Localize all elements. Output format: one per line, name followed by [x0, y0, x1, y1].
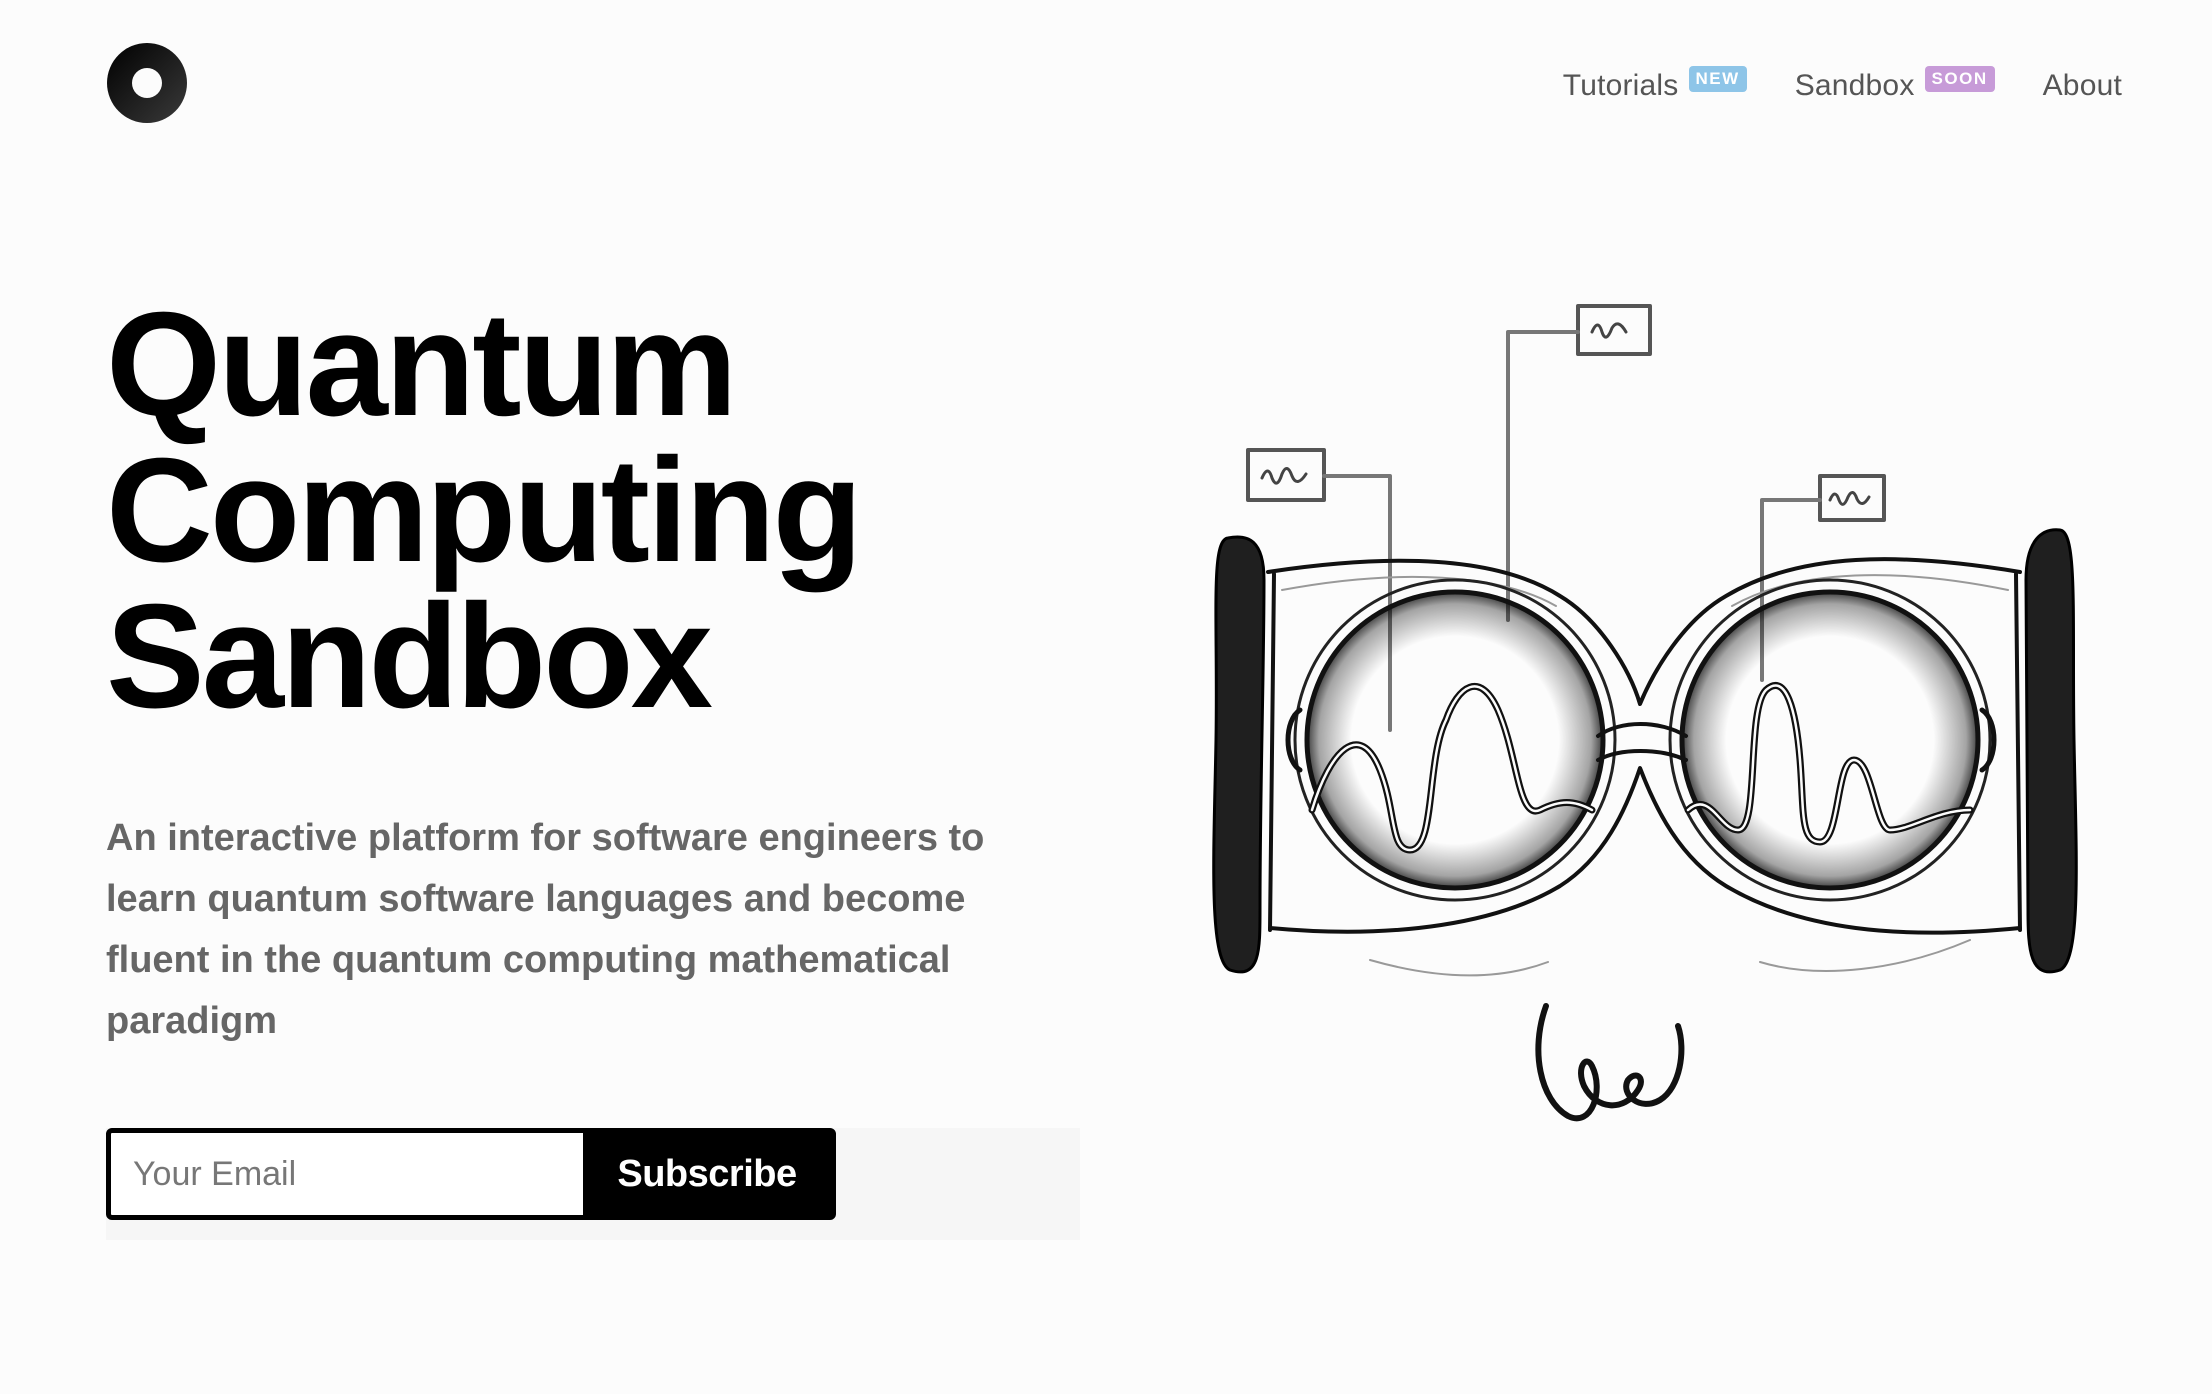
nav-item-about[interactable]: About — [2043, 62, 2122, 110]
new-badge: NEW — [1688, 66, 1747, 92]
title-line: Sandbox — [106, 574, 713, 739]
nav-item-label: About — [2042, 69, 2122, 102]
soon-badge: SOON — [1924, 66, 1995, 92]
nav-item-label: Sandbox — [1794, 69, 1915, 102]
subscribe-form: Subscribe — [106, 1128, 836, 1220]
nav-item-sandbox[interactable]: Sandbox SOON — [1795, 62, 1995, 110]
title-line: Computing — [106, 428, 863, 593]
nav-item-tutorials[interactable]: Tutorials NEW — [1563, 62, 1747, 110]
ring-logo-icon[interactable] — [106, 42, 188, 124]
quantum-goggles-sketch-icon — [1212, 304, 2078, 1122]
title-line: Quantum — [106, 282, 738, 447]
email-field[interactable] — [111, 1133, 583, 1215]
subscribe-button[interactable]: Subscribe — [583, 1133, 831, 1215]
hero-description: An interactive platform for software eng… — [106, 817, 985, 1042]
top-nav: Tutorials NEW Sandbox SOON About — [1563, 62, 2122, 110]
page-title: Quantum Computing Sandbox — [106, 282, 863, 739]
nav-item-label: Tutorials — [1562, 69, 1679, 102]
